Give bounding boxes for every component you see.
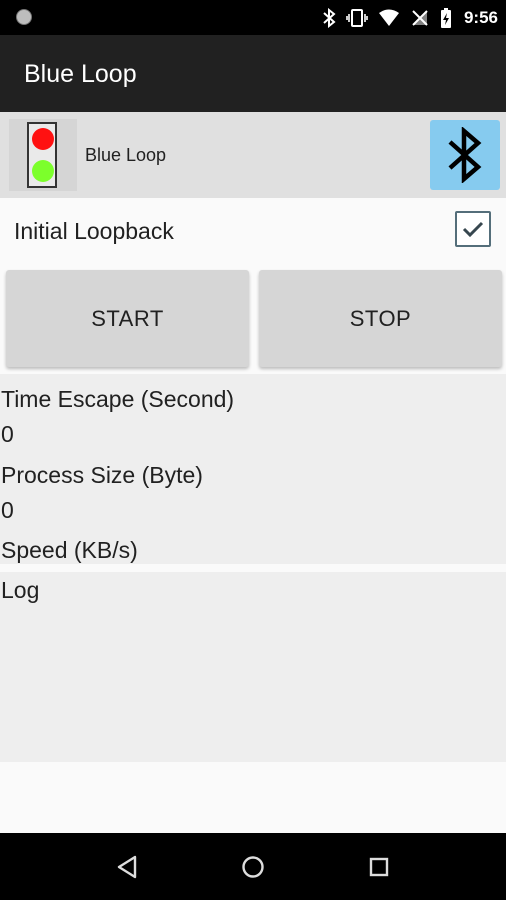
log-panel[interactable]: Log xyxy=(0,572,506,762)
initial-loopback-checkbox[interactable] xyxy=(455,211,491,247)
bluetooth-icon xyxy=(323,7,336,28)
vibrate-icon xyxy=(346,8,368,27)
bluetooth-icon xyxy=(448,127,482,183)
green-lamp-icon xyxy=(32,160,54,182)
traffic-light-icon xyxy=(9,119,77,191)
log-label: Log xyxy=(1,577,40,603)
back-icon xyxy=(117,855,137,878)
app-toolbar: Blue Loop xyxy=(0,35,506,112)
bluetooth-button[interactable] xyxy=(430,120,500,190)
start-button[interactable]: START xyxy=(6,270,249,367)
speed-label: Speed (KB/s) xyxy=(1,537,138,563)
no-sim-icon xyxy=(412,9,428,26)
clock: 9:56 xyxy=(463,7,498,27)
wifi-icon xyxy=(378,9,399,26)
home-button[interactable] xyxy=(223,833,283,900)
recents-button[interactable] xyxy=(349,833,409,900)
process-size-label: Process Size (Byte) xyxy=(1,462,203,488)
recents-icon xyxy=(369,857,389,876)
stop-button[interactable]: STOP xyxy=(259,270,502,367)
stats-panel: Time Escape (Second) 0 Process Size (Byt… xyxy=(0,374,506,564)
check-icon xyxy=(462,221,484,238)
back-button[interactable] xyxy=(97,833,157,900)
navigation-bar xyxy=(0,833,506,900)
status-icons: 9:56 xyxy=(322,0,498,35)
status-bar: 9:56 xyxy=(0,0,506,35)
process-size-value: 0 xyxy=(1,497,14,523)
time-escape-value: 0 xyxy=(1,421,14,447)
initial-loopback-label: Initial Loopback xyxy=(14,218,174,244)
notification-dot-icon xyxy=(16,9,32,25)
connection-row: Blue Loop xyxy=(0,112,506,198)
home-icon xyxy=(242,855,264,878)
app-title: Blue Loop xyxy=(24,60,137,88)
battery-charging-icon xyxy=(440,7,451,28)
traffic-light-frame xyxy=(27,122,57,188)
device-name: Blue Loop xyxy=(85,145,167,165)
red-lamp-icon xyxy=(32,128,54,150)
time-escape-label: Time Escape (Second) xyxy=(1,386,235,412)
initial-loopback-row[interactable]: Initial Loopback xyxy=(0,198,506,264)
